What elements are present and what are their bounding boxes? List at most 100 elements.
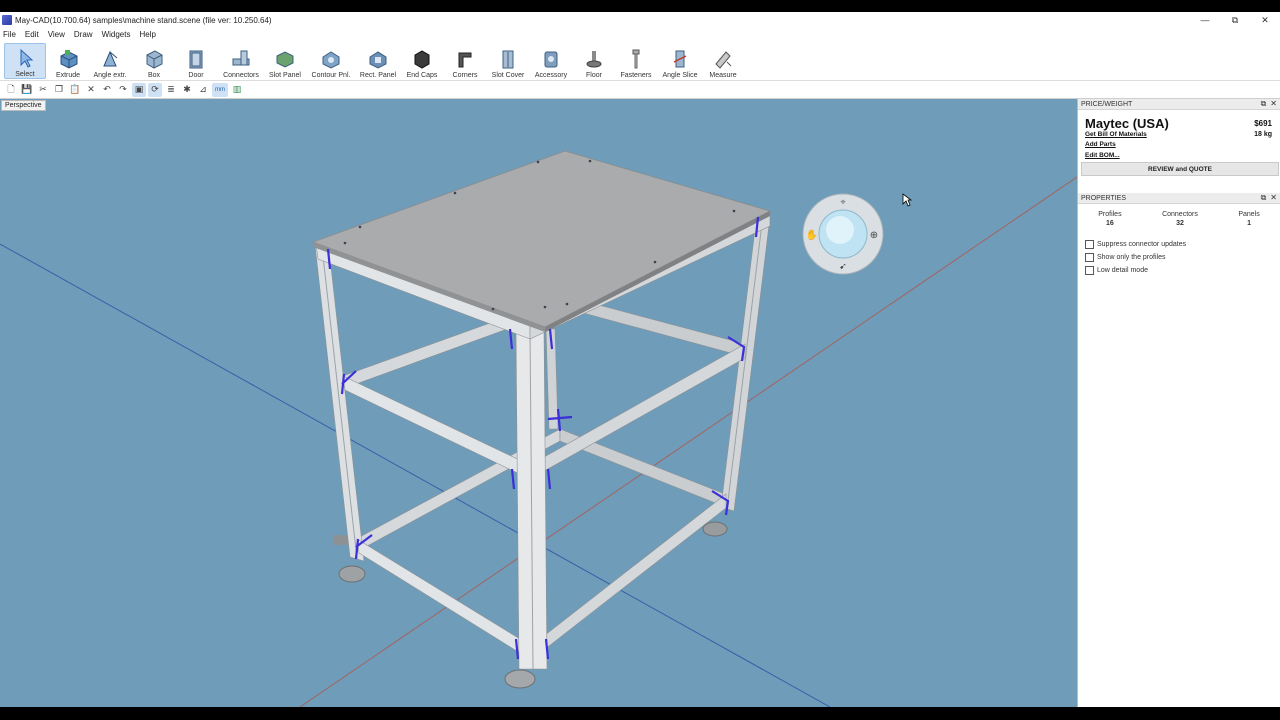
stat-value: 32 [1176,220,1184,227]
tool-label: Slot Cover [491,72,525,79]
fasteners-tool-button[interactable]: Fasteners [617,43,655,79]
redo-icon[interactable]: ↷ [116,83,130,97]
close-icon[interactable]: ✕ [1270,99,1277,109]
menu-help[interactable]: Help [136,30,161,39]
price-weight-header: PRICE/WEIGHT ⧉ ✕ [1078,99,1280,110]
checkbox[interactable] [1085,253,1094,262]
save-icon[interactable]: 💾 [20,83,34,97]
properties-header: PROPERTIES ⧉ ✕ [1078,193,1280,204]
stat-label: Connectors [1162,211,1198,218]
cut-icon[interactable]: ✂ [36,83,50,97]
dimension-icon[interactable]: ⊿ [196,83,210,97]
profile-mid-front-right [529,343,746,480]
delete-icon[interactable]: ✕ [84,83,98,97]
tabletop-panel [311,150,772,328]
title-bar: May-CAD(10.700.64) samples\machine stand… [0,12,1280,28]
angle-slice-icon [673,50,687,68]
tool-label: Angle Slice [662,72,698,79]
angle-extrude-icon [103,50,118,67]
bill-of-materials-link[interactable]: Get Bill Of Materials [1085,131,1147,138]
angle-extrude-tool-button[interactable]: Angle extr. [90,43,130,79]
x-axis-line [0,243,831,707]
door-tool-button[interactable]: Door [178,43,214,79]
stat-value: 16 [1106,220,1114,227]
navigation-widget[interactable]: ⌖ ✋ ⊕ ➹ [802,193,884,275]
connectors-tool-button[interactable]: Connectors [220,43,262,79]
slot-panel-tool-button[interactable]: Slot Panel [266,43,304,79]
new-icon[interactable]: 🗋 [4,83,18,97]
minimize-button[interactable]: — [1190,12,1220,28]
tool-label: End Caps [406,72,438,79]
pan-hand-icon: ✋ [806,228,818,241]
checkbox[interactable] [1085,266,1094,275]
floor-icon [586,51,602,68]
menu-draw[interactable]: Draw [71,30,99,39]
edit-bom-link[interactable]: Edit BOM... [1085,152,1120,159]
menu-edit[interactable]: Edit [22,30,45,39]
paste-icon[interactable]: 📋 [68,83,82,97]
contour-panel-tool-button[interactable]: Contour Pnl. [308,43,354,79]
profile-icon[interactable]: ▥ [230,83,244,97]
floor-tool-button[interactable]: Floor [577,43,611,79]
show-only-profiles-option[interactable]: Show only the profiles [1078,251,1280,264]
screen-bottom-border [0,707,1280,720]
tool-label: Connectors [223,72,259,79]
close-icon[interactable]: ✕ [1270,193,1277,203]
stat-value: 1 [1247,220,1251,227]
tool-label: Floor [586,72,602,79]
low-detail-mode-option[interactable]: Low detail mode [1078,264,1280,277]
stat-label: Panels [1238,211,1260,218]
extrude-tool-button[interactable]: Extrude [50,43,86,79]
units-icon[interactable]: mm [212,82,228,97]
3d-viewport[interactable]: ⌖ ✋ ⊕ ➹ Perspective [0,99,1077,707]
settings-icon[interactable]: ✱ [180,83,194,97]
rotate-icon[interactable]: ⟳ [148,82,162,97]
menu-view[interactable]: View [45,30,71,39]
add-parts-link[interactable]: Add Parts [1085,141,1116,148]
window-title: May-CAD(10.700.64) samples\machine stand… [15,15,272,25]
checkbox-label: Low detail mode [1097,267,1148,274]
tool-label: Fasteners [620,72,652,79]
suppress-connector-updates-option[interactable]: Suppress connector updates [1078,238,1280,251]
tool-label: Box [147,72,161,79]
close-button[interactable]: ✕ [1250,12,1280,28]
properties-stats: Profiles 16 Connectors 32 Panels 1 [1078,204,1280,238]
stat-profiles: Profiles 16 [1098,210,1121,238]
end-caps-tool-button[interactable]: End Caps [404,43,440,79]
angle-slice-tool-button[interactable]: Angle Slice [660,43,700,79]
tool-label: Contour Pnl. [311,72,351,79]
door-icon [189,50,203,69]
menu-file[interactable]: File [0,30,22,39]
view-mode-label[interactable]: Perspective [1,100,46,111]
panel-title: PROPERTIES [1081,194,1126,202]
extrude-icon [60,50,78,69]
vendor-name: Maytec (USA) [1085,116,1169,131]
select-arrow-icon: ➹ [839,261,847,271]
contour-panel-icon [322,51,340,69]
frame-icon[interactable]: ▣ [132,82,146,97]
restore-button[interactable]: ⧉ [1220,12,1250,28]
measure-tool-button[interactable]: Measure [704,43,742,79]
tool-label: Measure [709,72,737,79]
undo-icon[interactable]: ↶ [100,83,114,97]
menu-widgets[interactable]: Widgets [99,30,137,39]
slot-cover-tool-button[interactable]: Slot Cover [488,43,528,79]
layers-icon[interactable]: ≣ [164,83,178,97]
select-tool-button[interactable]: Select [4,43,46,79]
slot-panel-icon [276,51,294,68]
checkbox[interactable] [1085,240,1094,249]
box-tool-button[interactable]: Box [136,43,172,79]
machine-stand-model[interactable] [0,99,1077,707]
tool-label: Angle extr. [93,72,127,79]
corners-tool-button[interactable]: Corners [446,43,484,79]
end-caps-icon [414,50,430,69]
tool-label: Rect. Panel [359,72,397,79]
review-quote-button[interactable]: REVIEW and QUOTE [1081,162,1279,176]
pin-icon[interactable]: ⧉ [1261,193,1267,203]
pin-icon[interactable]: ⧉ [1261,99,1267,109]
copy-icon[interactable]: ❐ [52,83,66,97]
accessory-tool-button[interactable]: Accessory [532,43,570,79]
rect-panel-tool-button[interactable]: Rect. Panel [357,43,399,79]
connectors-icon [232,50,250,66]
mouse-cursor-icon [902,193,912,207]
